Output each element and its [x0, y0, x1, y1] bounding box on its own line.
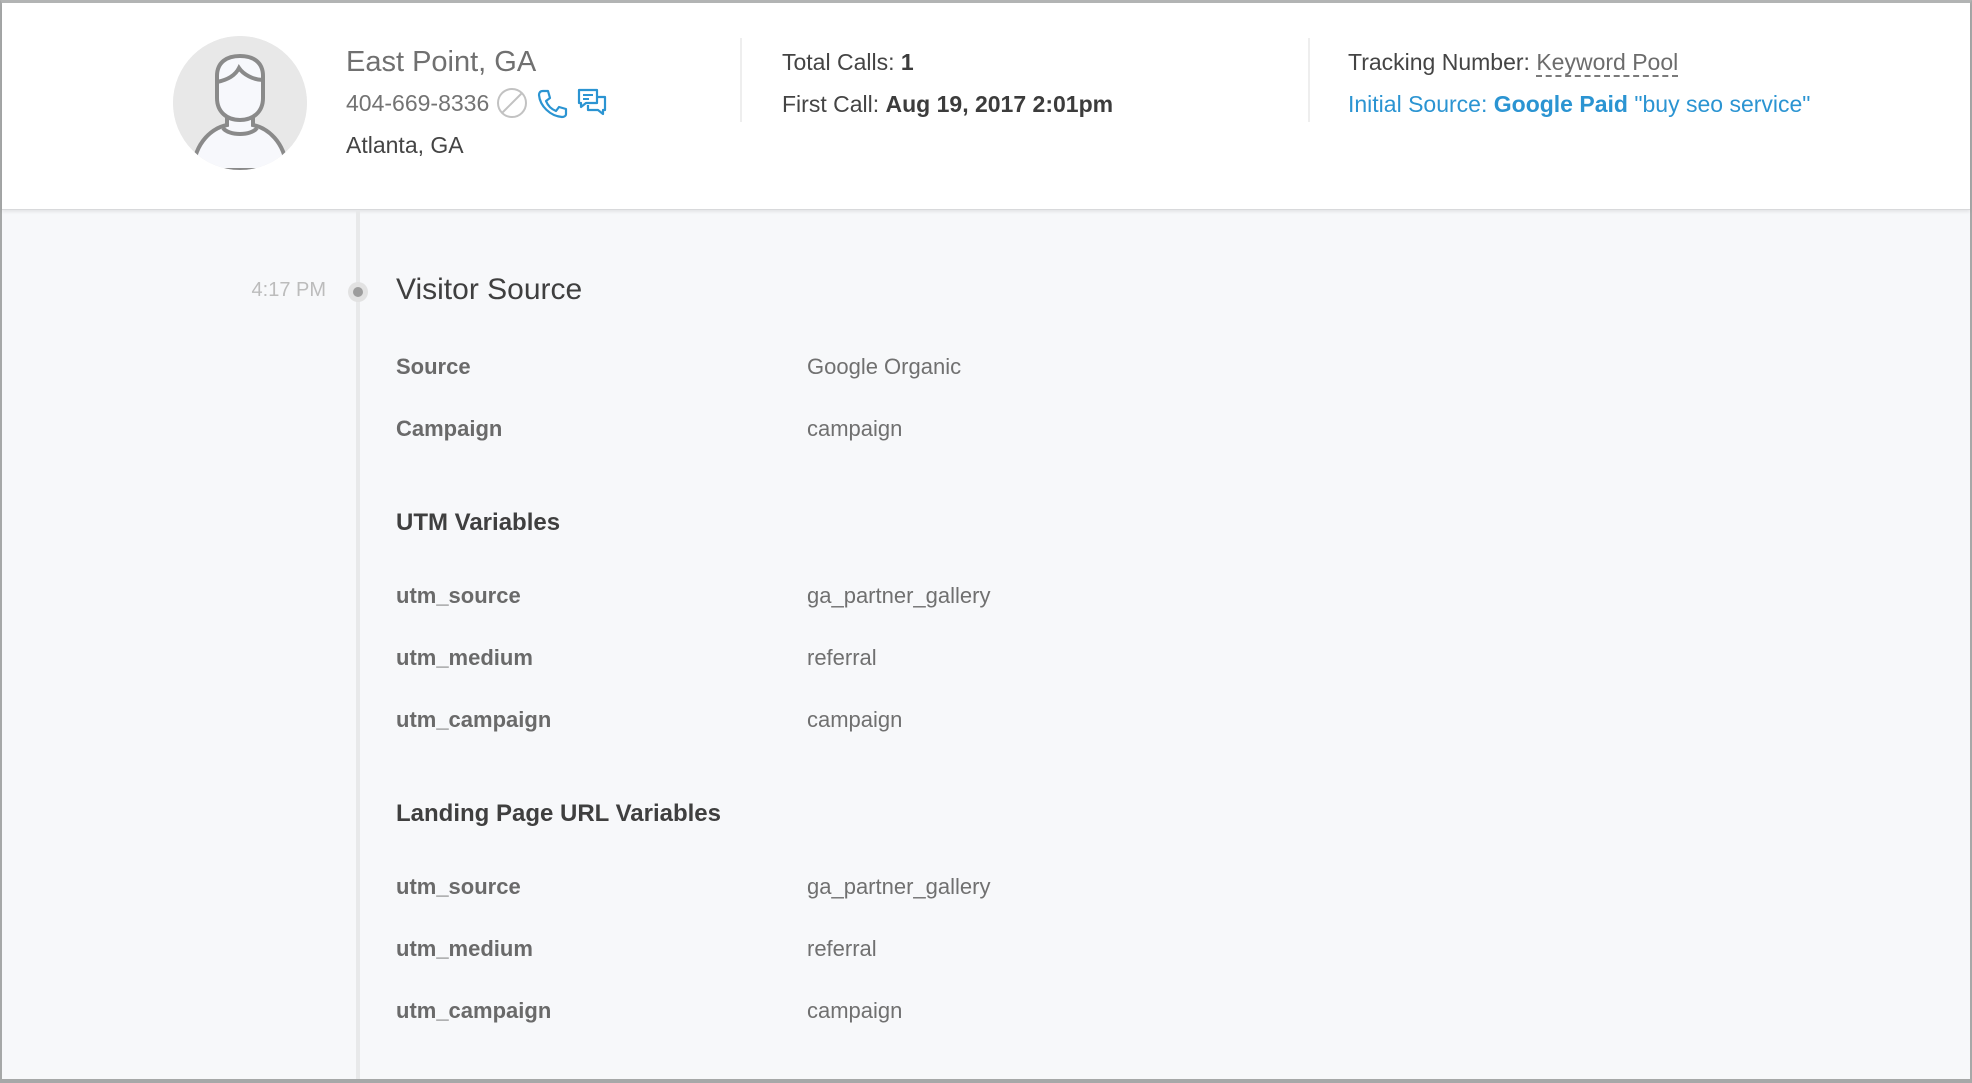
- tracking-number-label: Tracking Number:: [1348, 49, 1530, 75]
- divider: [740, 38, 742, 122]
- tracking-number: Tracking Number: Keyword Pool: [1348, 41, 1810, 83]
- chat-icon[interactable]: [575, 86, 609, 120]
- first-call-label: First Call:: [782, 91, 880, 117]
- first-call: First Call: Aug 19, 2017 2:01pm: [782, 83, 1113, 125]
- tracking-info: Tracking Number: Keyword Pool Initial So…: [1348, 41, 1810, 125]
- landing-label: utm_source: [396, 874, 521, 899]
- landing-label: utm_medium: [396, 936, 533, 961]
- caller-header: East Point, GA 404-669-8336 Atlanta, GA …: [2, 3, 1970, 210]
- call-stats: Total Calls: 1 First Call: Aug 19, 2017 …: [782, 41, 1113, 125]
- divider: [1308, 38, 1310, 122]
- utm-label: utm_campaign: [396, 707, 552, 732]
- initial-source-label: Initial Source:: [1348, 91, 1488, 117]
- utm-label: utm_medium: [396, 645, 533, 670]
- utm-value: campaign: [807, 707, 903, 732]
- field-value: Google Organic: [807, 354, 962, 379]
- total-calls: Total Calls: 1: [782, 41, 1113, 83]
- tracking-number-link[interactable]: Keyword Pool: [1536, 49, 1679, 77]
- field-value: campaign: [807, 416, 903, 441]
- caller-phone: 404-669-8336: [346, 89, 490, 116]
- landing-value: ga_partner_gallery: [807, 874, 991, 899]
- landing-label: utm_campaign: [396, 998, 552, 1023]
- utm-value: referral: [807, 645, 877, 670]
- field-label: Source: [396, 354, 471, 379]
- field-label: Campaign: [396, 416, 503, 441]
- timeline-dot-icon: [348, 282, 368, 302]
- first-call-value: Aug 19, 2017 2:01pm: [885, 91, 1114, 117]
- total-calls-label: Total Calls:: [782, 49, 895, 75]
- initial-source: Initial Source: Google Paid "buy seo ser…: [1348, 83, 1810, 125]
- user-avatar-icon: [173, 36, 307, 170]
- utm-value: ga_partner_gallery: [807, 583, 991, 608]
- section-title: Visitor Source: [396, 273, 583, 306]
- initial-source-keyword: "buy seo service": [1634, 91, 1811, 117]
- caller-city: East Point, GA: [346, 46, 537, 78]
- utm-heading: UTM Variables: [396, 509, 561, 536]
- event-time: 4:17 PM: [251, 279, 326, 301]
- block-icon[interactable]: [495, 86, 529, 120]
- timeline-line: [356, 211, 360, 1079]
- caller-location: Atlanta, GA: [346, 132, 464, 158]
- total-calls-value: 1: [900, 49, 914, 75]
- landing-value: campaign: [807, 998, 903, 1023]
- phone-row: 404-669-8336: [346, 83, 609, 123]
- avatar: [173, 36, 307, 170]
- utm-label: utm_source: [396, 583, 521, 608]
- initial-source-name: Google Paid: [1493, 91, 1628, 117]
- phone-icon[interactable]: [535, 86, 569, 120]
- landing-value: referral: [807, 936, 877, 961]
- caller-info: East Point, GA 404-669-8336 Atlanta, GA: [346, 41, 609, 167]
- landing-heading: Landing Page URL Variables: [396, 800, 721, 827]
